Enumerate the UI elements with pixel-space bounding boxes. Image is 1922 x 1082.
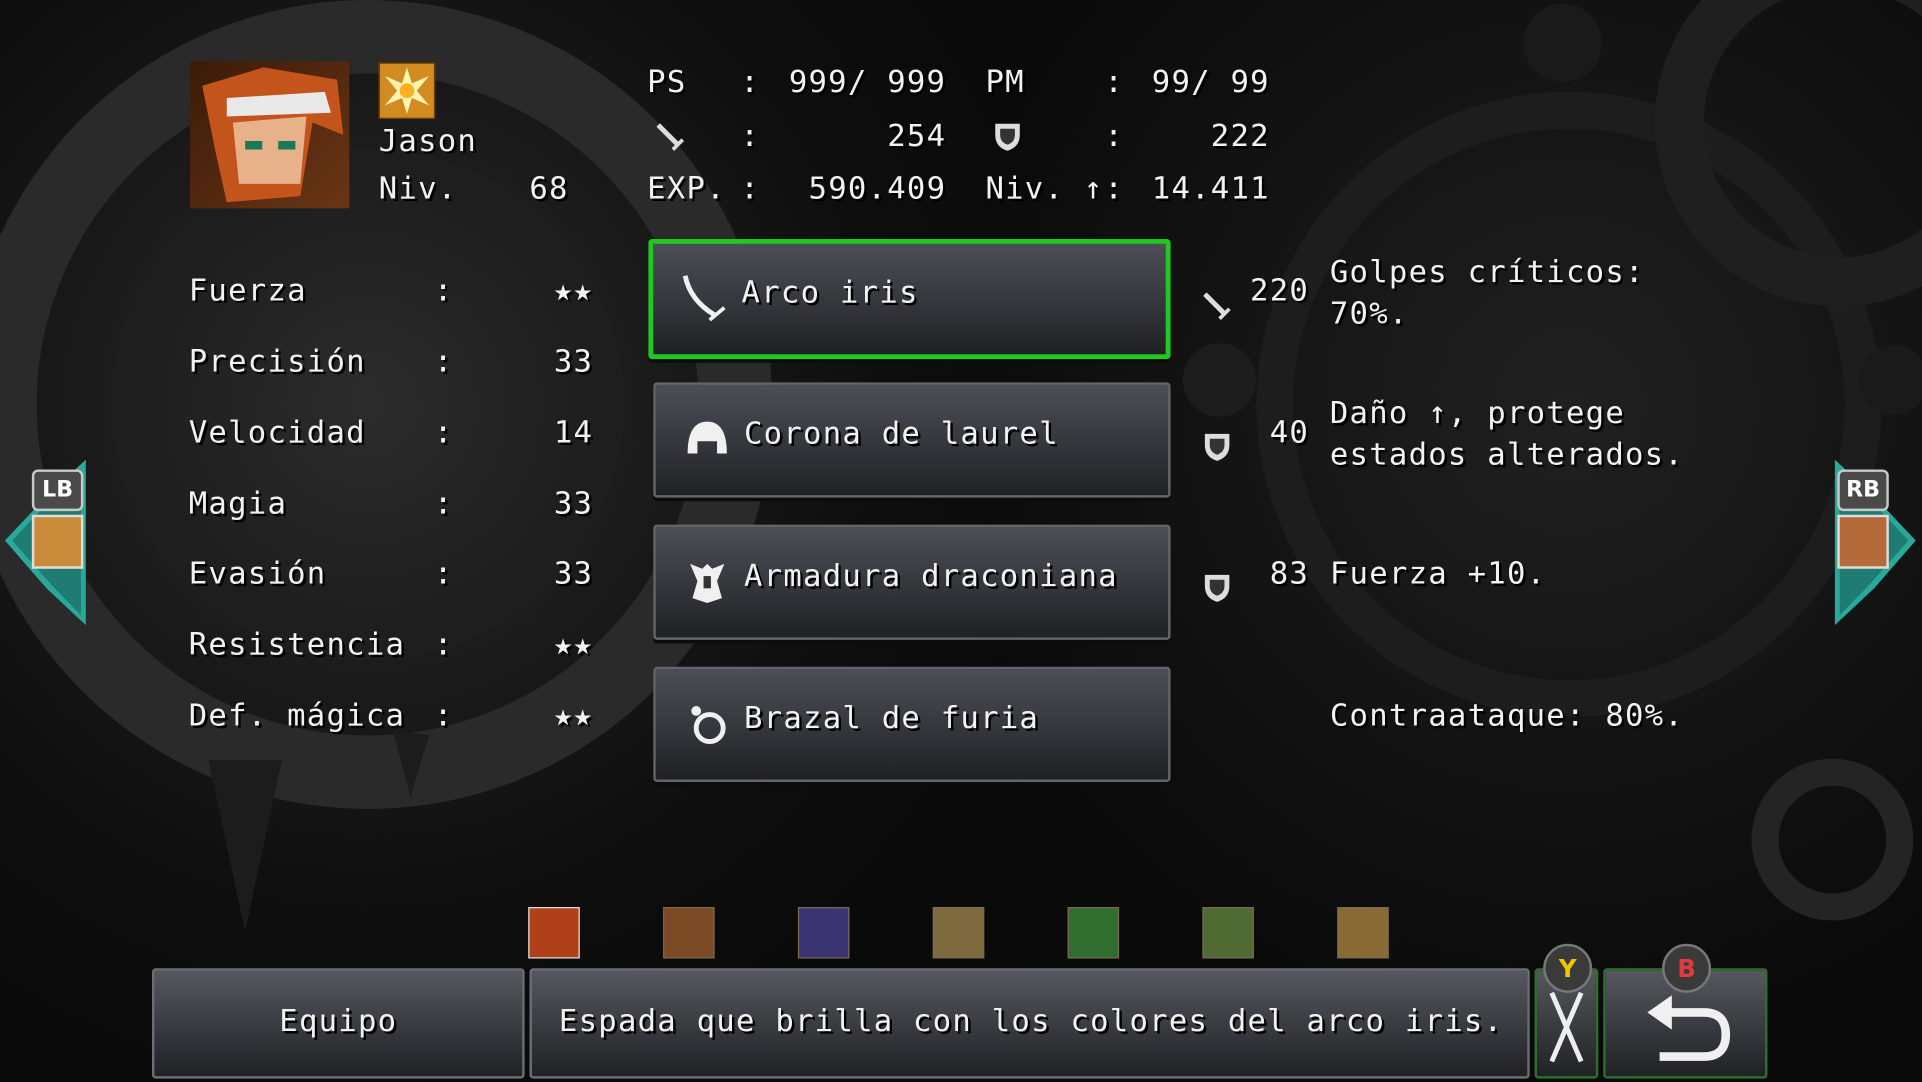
previous-character-portrait [31,514,84,569]
equipment-screen: Jason Niv. 68 PS : 999/ 999 PM : 99/ 99 … [0,0,1922,1082]
colon: : [433,555,454,591]
defense-icon [995,123,1020,151]
accessory-slot-button[interactable]: Brazal de furia [653,666,1171,782]
shield-icon [1204,433,1230,461]
character-portrait [189,61,350,209]
accessory-name: Brazal de furia [743,699,1040,736]
party-member-frog[interactable] [1067,907,1120,959]
weapon-slot-button[interactable]: Arco iris [648,239,1171,360]
attribute-label: Evasión [188,555,327,591]
exp-label: EXP. [647,170,726,206]
exp-value: 590.409 [808,170,947,206]
next-character-button[interactable]: RB [1832,459,1921,626]
party-member-crono[interactable] [528,907,580,959]
party-member-ayla[interactable] [932,907,985,959]
attribute-value: ★★ [553,697,594,733]
item-description: Espada que brilla con los colores del ar… [558,1002,1504,1039]
helmet-stat: 40 [1269,414,1310,450]
attribute-value: 33 [553,555,594,591]
colon: : [433,272,454,308]
attack-icon [656,123,685,151]
party-member-lucca[interactable] [1202,907,1254,959]
colon: : [740,170,761,206]
attribute-label: Velocidad [188,414,366,450]
weapon-name: Arco iris [741,274,919,311]
level-label: Niv. [378,170,458,206]
colon: : [433,626,454,662]
b-button-badge: B [1662,943,1712,993]
attribute-value: 33 [553,485,594,521]
helmet-icon [687,421,727,454]
helmet-name: Corona de laurel [743,415,1059,452]
colon: : [1104,117,1125,154]
attribute-label: Resistencia [188,626,406,662]
colon: : [433,485,454,521]
attribute-label: Def. mágica [188,697,406,733]
colon: : [433,343,454,379]
level-value: 68 [529,170,569,206]
attribute-label: Precisión [188,343,366,379]
helmet-slot-button[interactable]: Corona de laurel [653,382,1171,498]
weapon-stat: 220 [1250,272,1310,308]
colon: : [1104,170,1125,206]
attribute-label: Fuerza [188,272,307,308]
previous-character-button[interactable]: LB [0,459,88,626]
colon: : [433,697,454,733]
character-name: Jason [378,122,478,159]
y-button-badge: Y [1543,943,1593,993]
menu-title-panel: Equipo [151,968,525,1079]
helmet-description: Daño ↑, protege estados alterados. [1329,394,1685,472]
attribute-value: 14 [553,414,594,450]
attribute-value: ★★ [553,272,594,308]
attack-value: 254 [887,117,947,154]
colon: : [433,414,454,450]
attribute-value: ★★ [553,626,594,662]
colon: : [740,63,761,100]
shield-icon [1204,574,1230,602]
armor-description: Fuerza +10. [1329,555,1547,591]
next-level-value: 14.411 [1151,170,1270,206]
colon: : [1104,63,1125,100]
accessory-icon [691,706,726,744]
pm-label: PM [985,63,1025,100]
attribute-label: Magia [188,485,288,521]
description-panel: Espada que brilla con los colores del ar… [529,968,1530,1079]
ps-value: 999/ 999 [788,63,947,100]
armor-stat: 83 [1269,555,1310,591]
next-level-label: Niv. ↑ [985,170,1104,206]
party-member-robo[interactable] [1337,907,1389,959]
pm-value: 99/ 99 [1151,63,1270,100]
colon: : [740,117,761,154]
party-member-marle[interactable] [663,907,715,959]
weapon-description: Golpes críticos: 70%. [1329,253,1645,331]
rb-badge: RB [1837,469,1889,512]
menu-title: Equipo [279,1002,398,1039]
lb-badge: LB [31,469,84,512]
armor-name: Armadura draconiana [743,557,1118,594]
next-character-portrait [1837,514,1889,569]
armor-icon [690,563,725,604]
armor-slot-button[interactable]: Armadura draconiana [653,524,1171,640]
defense-value: 222 [1210,117,1270,154]
sword-icon [682,275,726,322]
accessory-description: Contraataque: 80%. [1329,697,1685,733]
attack-icon [1203,292,1231,320]
attribute-value: 33 [553,343,594,379]
ps-label: PS [647,63,687,100]
party-member-magus[interactable] [797,907,850,959]
light-element-icon [378,62,436,119]
